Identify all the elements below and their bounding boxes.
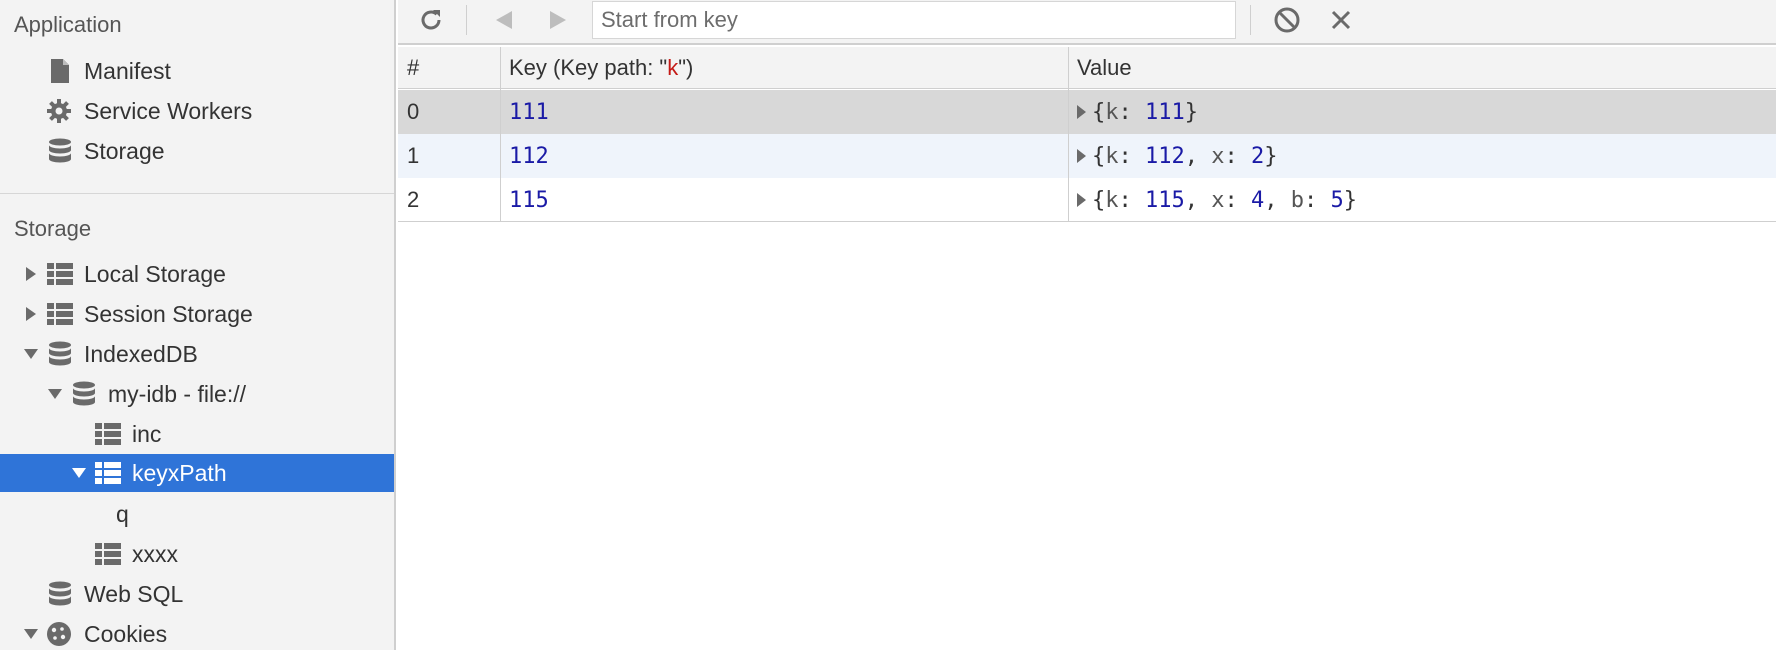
object-key: k [1105, 187, 1119, 213]
sidebar-item-label: Storage [84, 137, 165, 164]
next-page-icon[interactable] [542, 2, 574, 38]
column-header-key[interactable]: Key (Key path: " k ") [500, 47, 1068, 89]
column-divider[interactable] [1068, 47, 1069, 222]
object-value: 111 [1145, 99, 1185, 125]
row-index: 0 [407, 99, 420, 124]
delete-icon[interactable] [1324, 2, 1358, 38]
column-header-label: # [407, 54, 420, 80]
sidebar-item-inc[interactable]: inc [0, 415, 394, 453]
sidebar-item-label: my-idb - file:// [108, 380, 247, 407]
expand-object-icon[interactable] [1077, 105, 1086, 119]
sidebar-item-label: Service Workers [84, 97, 253, 124]
database-icon [46, 138, 74, 164]
row-value: {k: 111} [1068, 90, 1776, 134]
object-key: k [1105, 99, 1119, 125]
row-index: 1 [407, 143, 420, 168]
expand-arrow-icon[interactable] [23, 306, 39, 322]
column-header-label: Key (Key path: " [509, 54, 668, 80]
cookie-icon [45, 621, 73, 647]
database-icon [70, 381, 98, 407]
sidebar-item-web-sql[interactable]: Web SQL [0, 575, 394, 613]
sidebar-item-local-storage[interactable]: Local Storage [0, 255, 394, 293]
column-header-label: Value [1077, 54, 1132, 80]
object-key: x [1211, 187, 1225, 213]
key-path-value: k [667, 54, 679, 80]
toolbar-separator [466, 5, 467, 35]
object-key: k [1105, 143, 1119, 169]
table-grid-icon [94, 541, 122, 567]
sidebar-item-label: Local Storage [84, 260, 226, 287]
sidebar-item-index-q[interactable]: q [0, 495, 394, 533]
gear-icon [45, 98, 73, 124]
sidebar-item-my-idb[interactable]: my-idb - file:// [0, 375, 394, 413]
start-from-key-input[interactable] [592, 1, 1236, 39]
sidebar-item-label: keyxPath [132, 459, 227, 486]
object-key: x [1211, 143, 1225, 169]
refresh-icon[interactable] [414, 2, 448, 38]
sidebar-item-label: inc [132, 420, 162, 447]
sidebar-item-xxxx[interactable]: xxxx [0, 535, 394, 573]
object-value: 112 [1145, 143, 1185, 169]
sidebar-item-cookies[interactable]: Cookies [0, 615, 394, 650]
database-icon [46, 341, 74, 367]
expand-object-icon[interactable] [1077, 193, 1086, 207]
column-header-index[interactable]: # [398, 47, 500, 89]
sidebar-divider [0, 193, 394, 194]
column-divider[interactable] [500, 47, 501, 222]
table-row[interactable]: 0 111 {k: 111} [398, 90, 1776, 134]
sidebar-item-label: Cookies [84, 620, 168, 647]
sidebar-item-service-workers[interactable]: Service Workers [0, 92, 394, 130]
table-grid-icon [46, 261, 74, 287]
prev-page-icon[interactable] [488, 2, 520, 38]
toolbar [398, 0, 1776, 45]
column-header-label: ") [678, 54, 694, 80]
sidebar-item-label: xxxx [132, 540, 178, 567]
document-icon [46, 58, 74, 84]
sidebar-item-label: q [116, 500, 129, 527]
table-row[interactable]: 2 115 {k: 115, x: 4, b: 5} [398, 178, 1776, 222]
row-key: 115 [509, 187, 549, 213]
column-header-value[interactable]: Value [1068, 47, 1776, 89]
toolbar-separator [1250, 5, 1251, 35]
collapse-arrow-icon[interactable] [47, 386, 63, 402]
collapse-arrow-icon[interactable] [71, 465, 87, 481]
object-value: 2 [1251, 143, 1265, 169]
object-value: 4 [1251, 187, 1265, 213]
row-key: 111 [509, 99, 549, 125]
sidebar: Application Manifest Service Workers Sto… [0, 0, 396, 650]
data-grid: # Key (Key path: " k ") Value 0 111 {k: 11… [398, 47, 1776, 650]
application-section-title: Application [14, 12, 122, 37]
table-grid-icon [94, 421, 122, 447]
object-key: b [1290, 187, 1304, 213]
sidebar-item-storage[interactable]: Storage [0, 132, 394, 170]
sidebar-item-label: IndexedDB [84, 340, 198, 367]
row-value: {k: 115, x: 4, b: 5} [1068, 178, 1776, 222]
object-value: 115 [1145, 187, 1185, 213]
row-value: {k: 112, x: 2} [1068, 134, 1776, 178]
sidebar-item-label: Web SQL [84, 580, 184, 607]
table-row[interactable]: 1 112 {k: 112, x: 2} [398, 134, 1776, 178]
sidebar-item-label: Manifest [84, 57, 171, 84]
table-grid-icon [46, 301, 74, 327]
expand-arrow-icon[interactable] [23, 266, 39, 282]
expand-object-icon[interactable] [1077, 149, 1086, 163]
collapse-arrow-icon[interactable] [23, 626, 39, 642]
clear-icon[interactable] [1270, 2, 1304, 38]
object-value: 5 [1330, 187, 1344, 213]
sidebar-item-session-storage[interactable]: Session Storage [0, 295, 394, 333]
table-grid-icon [94, 460, 122, 486]
row-index: 2 [407, 187, 420, 212]
sidebar-item-label: Session Storage [84, 300, 253, 327]
row-key: 112 [509, 143, 549, 169]
database-icon [46, 581, 74, 607]
collapse-arrow-icon[interactable] [23, 346, 39, 362]
storage-section-title: Storage [14, 216, 92, 241]
sidebar-item-manifest[interactable]: Manifest [0, 52, 394, 90]
sidebar-item-keyxpath[interactable]: keyxPath [0, 454, 394, 492]
sidebar-item-indexeddb[interactable]: IndexedDB [0, 335, 394, 373]
